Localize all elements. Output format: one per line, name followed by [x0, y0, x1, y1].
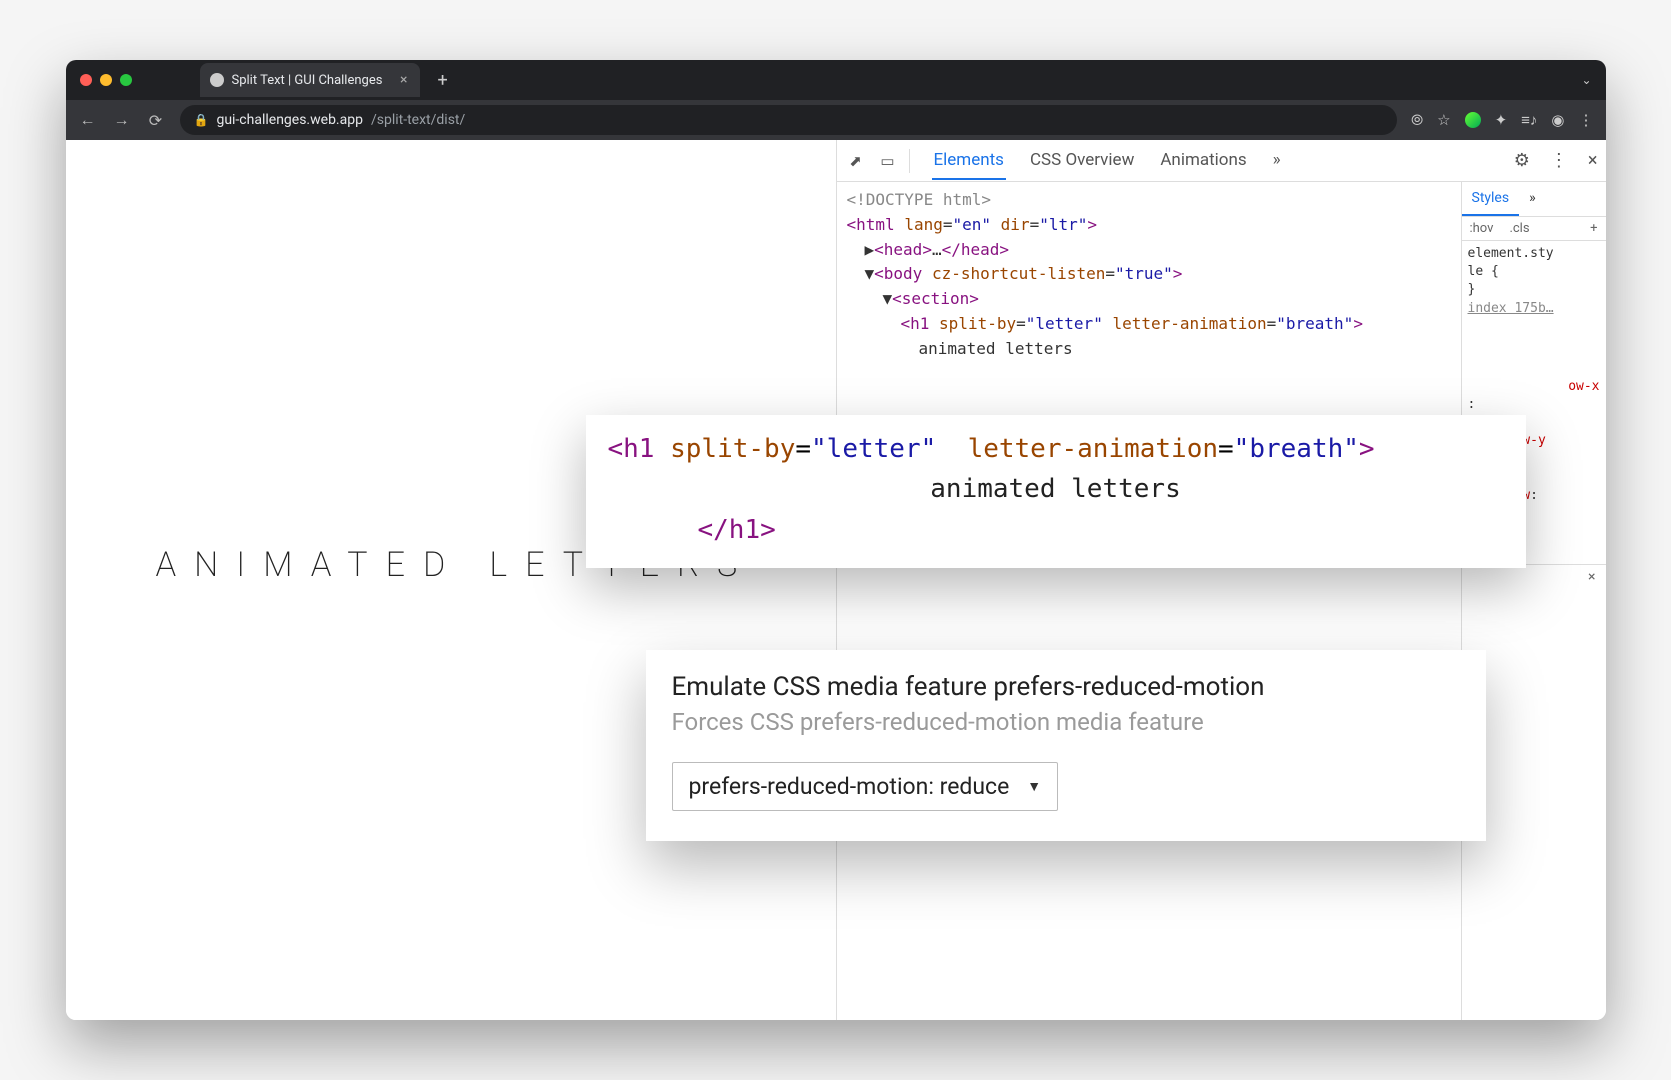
tab-elements[interactable]: Elements	[932, 142, 1006, 180]
zoom-prefs-subtitle: Forces CSS prefers-reduced-motion media …	[672, 708, 1460, 736]
cls-toggle[interactable]: .cls	[1501, 217, 1537, 240]
styles-pane: Styles » :hov .cls + element.sty le { } …	[1461, 182, 1606, 1020]
kebab-icon[interactable]: ⋮	[1550, 150, 1568, 171]
address-bar: ← → ⟳ 🔒 gui-challenges.web.app/split-tex…	[66, 100, 1606, 140]
browser-window: Split Text | GUI Challenges × + ⌄ ← → ⟳ …	[66, 60, 1606, 1020]
extension-icon[interactable]	[1465, 112, 1481, 128]
new-tab-button[interactable]: +	[438, 70, 448, 91]
devtools-toolbar: ⬈ ▭ Elements CSS Overview Animations » ⚙…	[837, 140, 1606, 182]
zoom-code-overlay: <h1 split-by="letter" letter-animation="…	[586, 415, 1526, 568]
zoom-prefs-title: Emulate CSS media feature prefers-reduce…	[672, 672, 1460, 702]
reading-list-icon[interactable]: ≡♪	[1521, 111, 1537, 129]
translate-icon[interactable]: ⦾	[1411, 111, 1423, 129]
device-toggle-icon[interactable]: ▭	[877, 150, 899, 172]
tabs-overflow-icon[interactable]: ⌄	[1581, 73, 1591, 87]
url-path: /split-text/dist/	[371, 112, 465, 128]
zoom-prefs-overlay: Emulate CSS media feature prefers-reduce…	[646, 650, 1486, 841]
reload-button[interactable]: ⟳	[146, 111, 166, 130]
toolbar-icons: ⦾ ☆ ✦ ≡♪ ◉ ⋮	[1411, 111, 1593, 129]
maximize-window-button[interactable]	[120, 74, 132, 86]
window-controls	[80, 74, 132, 86]
tab-animations[interactable]: Animations	[1158, 142, 1248, 180]
close-window-button[interactable]	[80, 74, 92, 86]
menu-icon[interactable]: ⋮	[1579, 111, 1594, 129]
lock-icon: 🔒	[194, 113, 209, 127]
dom-tree[interactable]: <!DOCTYPE html> <html lang="en" dir="ltr…	[837, 182, 1461, 1020]
inspect-element-icon[interactable]: ⬈	[845, 150, 867, 172]
devtools-tabs: Elements CSS Overview Animations »	[932, 142, 1283, 180]
zoom-prefs-select[interactable]: prefers-reduced-motion: reduce ▼	[672, 762, 1059, 811]
back-button[interactable]: ←	[78, 110, 98, 130]
minimize-window-button[interactable]	[100, 74, 112, 86]
hov-toggle[interactable]: :hov	[1462, 217, 1502, 240]
browser-tab[interactable]: Split Text | GUI Challenges ×	[200, 63, 420, 97]
zoom-prefs-selected: prefers-reduced-motion: reduce	[689, 773, 1010, 800]
rendered-page: ANIMATED LETTERS	[66, 140, 836, 1020]
close-tab-button[interactable]: ×	[400, 72, 407, 88]
extensions-icon[interactable]: ✦	[1495, 111, 1508, 129]
tab-title: Split Text | GUI Challenges	[232, 73, 383, 88]
url-field[interactable]: 🔒 gui-challenges.web.app/split-text/dist…	[180, 105, 1398, 135]
dom-doctype: <!DOCTYPE html>	[847, 188, 1461, 213]
gear-icon[interactable]: ⚙	[1514, 150, 1530, 171]
styles-tab[interactable]: Styles	[1462, 182, 1520, 216]
devtools-panel: ⬈ ▭ Elements CSS Overview Animations » ⚙…	[836, 140, 1606, 1020]
close-devtools-button[interactable]: ×	[1588, 150, 1598, 171]
tab-css-overview[interactable]: CSS Overview	[1028, 142, 1136, 180]
chevron-down-icon: ▼	[1027, 778, 1041, 795]
titlebar: Split Text | GUI Challenges × + ⌄	[66, 60, 1606, 100]
dom-h1-text: animated letters	[847, 337, 1461, 362]
profile-icon[interactable]: ◉	[1551, 111, 1564, 129]
add-rule-button[interactable]: +	[1582, 217, 1605, 240]
favicon-icon	[210, 73, 224, 87]
zoom-code-text: animated letters	[608, 469, 1504, 509]
tab-more[interactable]: »	[1271, 142, 1283, 180]
forward-button[interactable]: →	[112, 110, 132, 130]
url-domain: gui-challenges.web.app	[216, 112, 363, 128]
bookmark-icon[interactable]: ☆	[1437, 111, 1450, 129]
styles-more-icon[interactable]: »	[1519, 182, 1546, 216]
content-split: ANIMATED LETTERS ⬈ ▭ Elements CSS Overvi…	[66, 140, 1606, 1020]
